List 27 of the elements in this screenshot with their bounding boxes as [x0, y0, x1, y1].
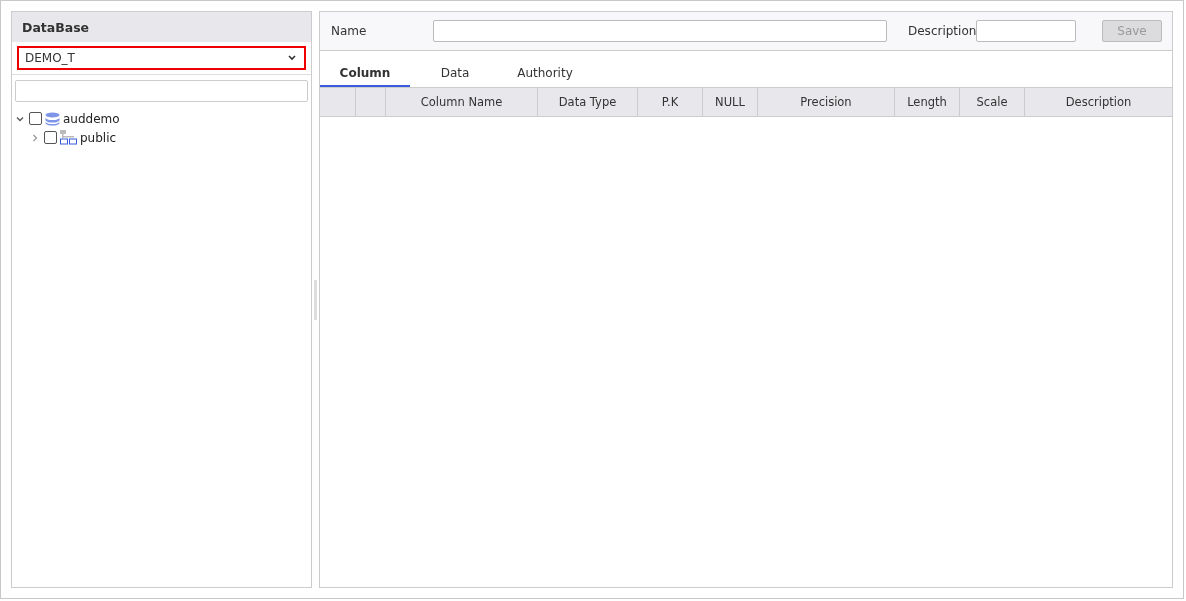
column-header: Length: [895, 88, 960, 116]
column-header: Scale: [960, 88, 1025, 116]
search-field[interactable]: [15, 80, 308, 102]
database-icon: [45, 111, 60, 126]
tab[interactable]: Authority: [500, 61, 590, 87]
chevron-down-icon[interactable]: [16, 114, 24, 123]
column-header: Column Name: [386, 88, 538, 116]
chevron-right-icon[interactable]: [31, 133, 39, 142]
column-header: NULL: [703, 88, 758, 116]
tree-item[interactable]: auddemo: [63, 111, 120, 126]
column-header: Data Type: [538, 88, 638, 116]
description-field[interactable]: [976, 20, 1077, 42]
database-select[interactable]: DEMO_T: [17, 46, 306, 70]
chevron-down-icon: [288, 55, 296, 61]
name-label: Name: [331, 24, 368, 38]
checkbox[interactable]: [44, 131, 57, 144]
checkbox[interactable]: [29, 112, 42, 125]
column-header: P.K: [638, 88, 703, 116]
tree-item[interactable]: public: [80, 130, 117, 145]
column-header: Description: [1064, 94, 1133, 111]
panel-title: DataBase: [12, 12, 311, 42]
name-field[interactable]: [433, 20, 887, 42]
tab[interactable]: Data: [410, 61, 500, 87]
hierarchy-icon: [60, 130, 77, 145]
column-header: Precision: [758, 88, 895, 116]
resize-handle[interactable]: [314, 279, 317, 320]
description-label: Description: [908, 24, 977, 38]
